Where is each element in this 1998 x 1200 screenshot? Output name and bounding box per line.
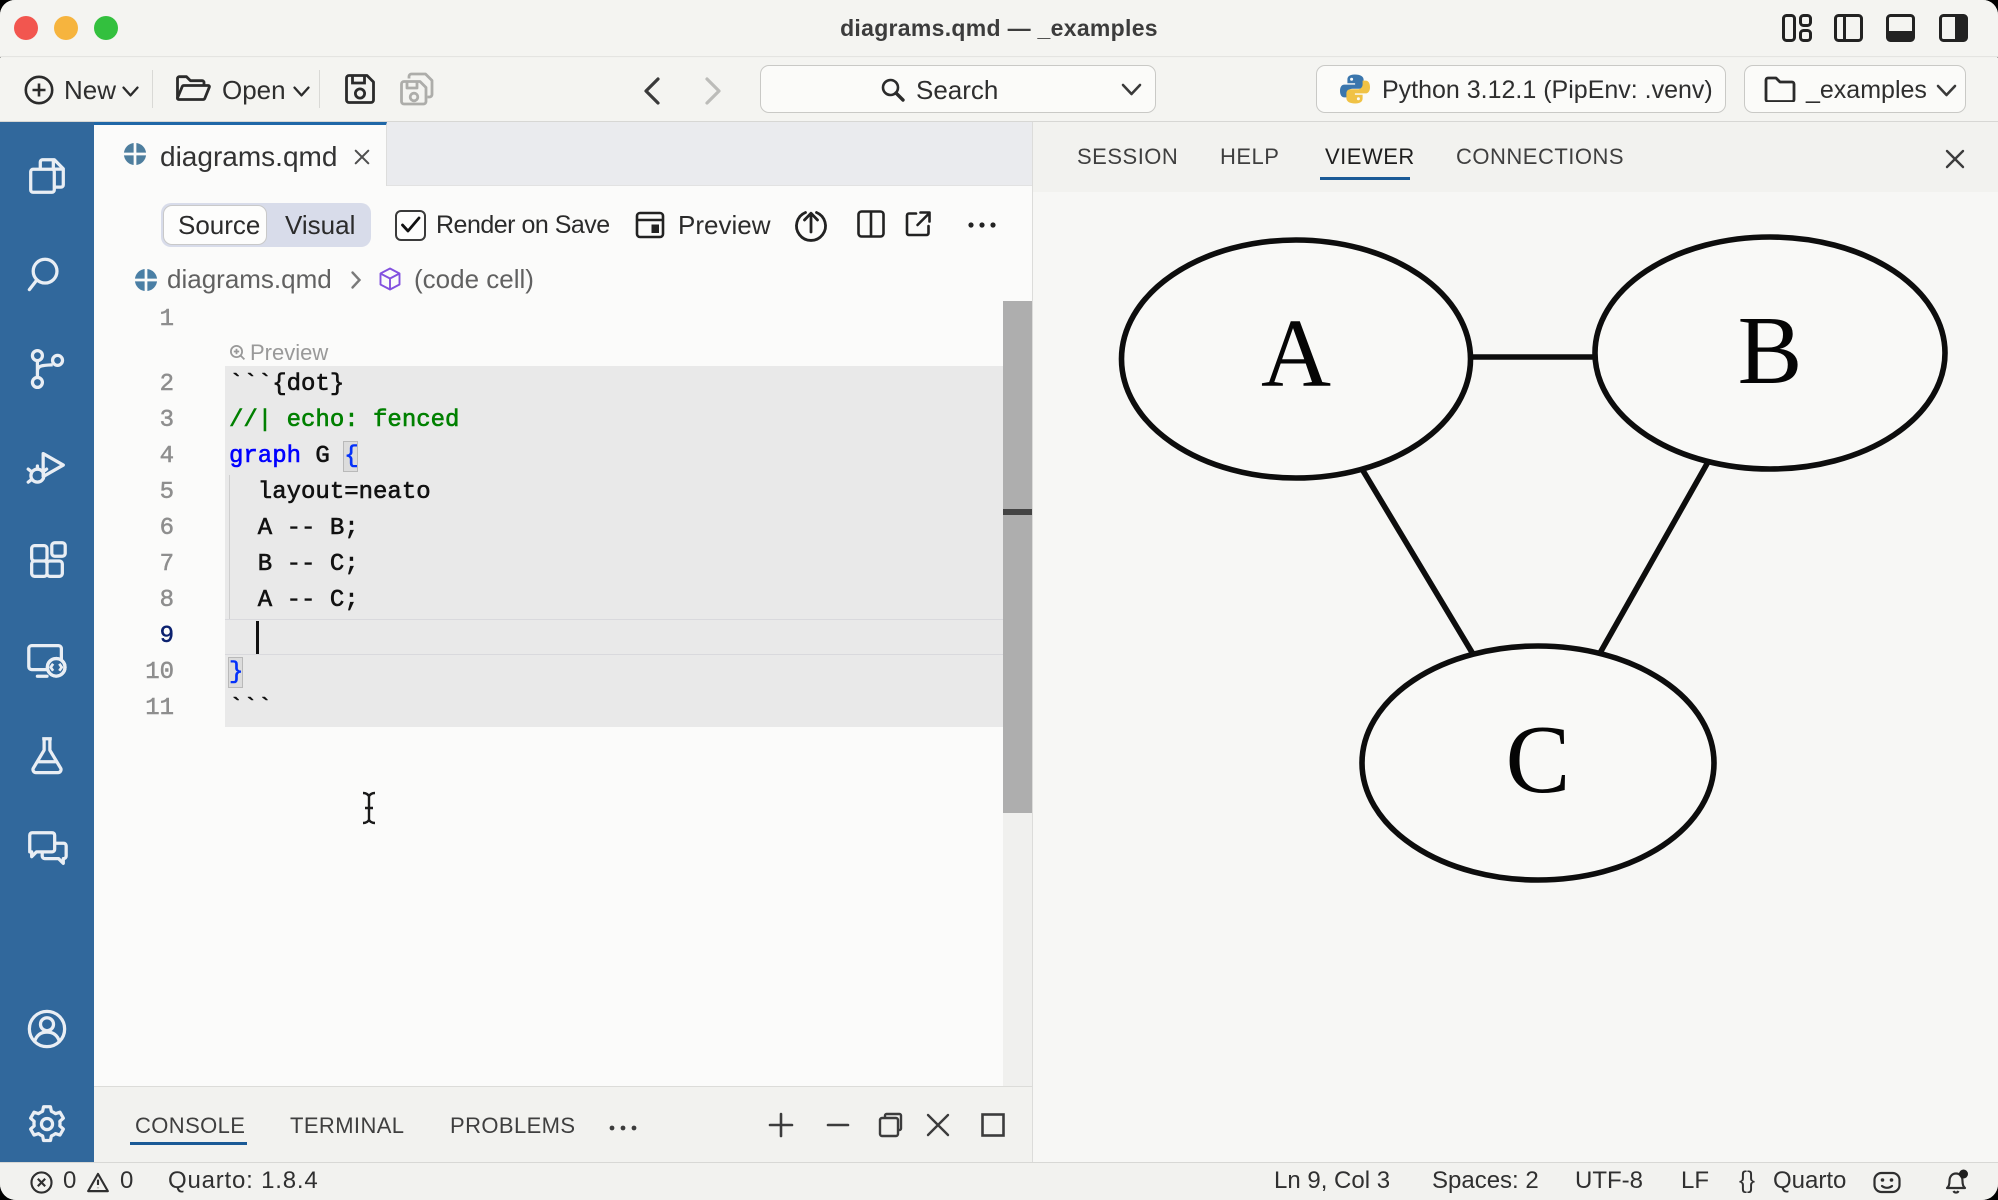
svg-text:C: C	[1506, 706, 1571, 813]
svg-text:B: B	[1738, 297, 1803, 404]
svg-text:A: A	[1261, 300, 1331, 407]
